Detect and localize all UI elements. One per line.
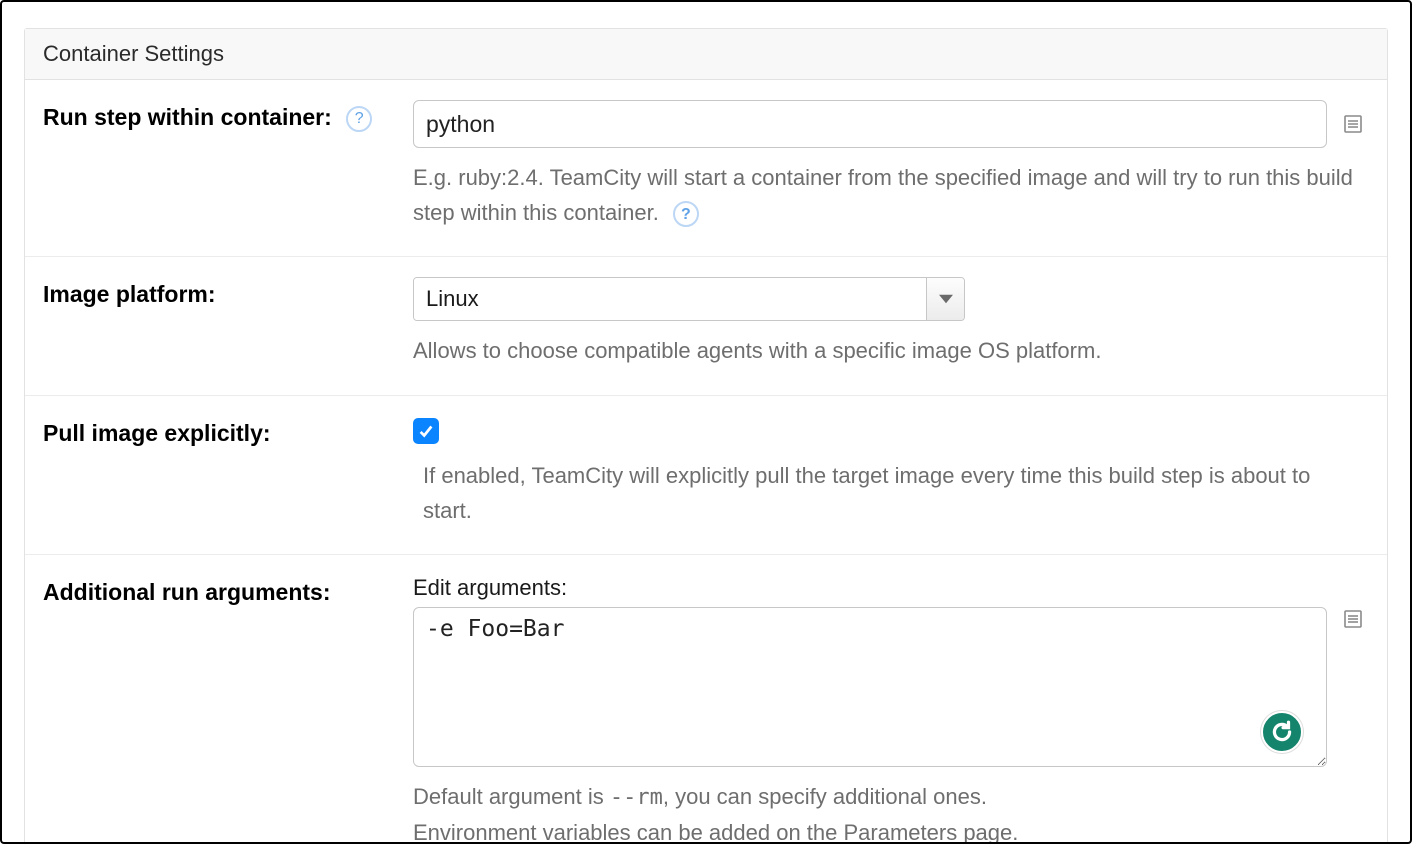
container-settings-frame: Container Settings Run step within conta… — [0, 0, 1412, 844]
field-additional-args: Edit arguments: Default argument is --rm… — [413, 575, 1387, 844]
field-run-step-container: E.g. ruby:2.4. TeamCity will start a con… — [413, 100, 1387, 230]
label-additional-args-text: Additional run arguments: — [43, 579, 331, 605]
label-image-platform-text: Image platform: — [43, 281, 216, 307]
expand-editor-icon[interactable] — [1341, 607, 1365, 631]
hint-image-platform: Allows to choose compatible agents with … — [413, 333, 1365, 368]
label-run-step-container: Run step within container: ? — [25, 100, 413, 136]
label-run-step-container-text: Run step within container: — [43, 104, 332, 130]
args-textarea-row — [413, 607, 1365, 767]
hint-args-suffix: , you can specify additional ones. — [663, 784, 987, 809]
grammarly-icon[interactable] — [1261, 711, 1303, 753]
section-title: Container Settings — [25, 29, 1387, 80]
sub-label-edit-arguments: Edit arguments: — [413, 575, 1365, 601]
container-settings-panel: Container Settings Run step within conta… — [24, 28, 1388, 844]
hint-container-image: E.g. ruby:2.4. TeamCity will start a con… — [413, 160, 1365, 230]
image-platform-value: Linux — [414, 278, 926, 320]
label-pull-image-text: Pull image explicitly: — [43, 420, 271, 446]
help-icon[interactable]: ? — [346, 106, 372, 132]
dropdown-icon — [926, 278, 964, 320]
hint-additional-args: Default argument is --rm, you can specif… — [413, 779, 1365, 844]
hint-pull-image: If enabled, TeamCity will explicitly pul… — [413, 458, 1365, 528]
field-image-platform: Linux Allows to choose compatible agents… — [413, 277, 1387, 368]
hint-args-line2: Environment variables can be added on th… — [413, 820, 1018, 844]
label-image-platform: Image platform: — [25, 277, 413, 313]
help-icon[interactable]: ? — [673, 201, 699, 227]
row-run-step-container: Run step within container: ? E.g. ruby:2… — [25, 80, 1387, 257]
label-pull-image: Pull image explicitly: — [25, 416, 413, 452]
hint-args-code: --rm — [610, 785, 663, 810]
field-pull-image: If enabled, TeamCity will explicitly pul… — [413, 416, 1387, 528]
additional-args-textarea[interactable] — [413, 607, 1327, 767]
container-input-row — [413, 100, 1365, 148]
row-pull-image: Pull image explicitly: If enabled, TeamC… — [25, 396, 1387, 555]
expand-editor-icon[interactable] — [1341, 112, 1365, 136]
hint-args-prefix: Default argument is — [413, 784, 610, 809]
row-image-platform: Image platform: Linux Allows to choose c… — [25, 257, 1387, 395]
pull-image-checkbox[interactable] — [413, 418, 439, 444]
label-additional-args: Additional run arguments: — [25, 575, 413, 611]
row-additional-args: Additional run arguments: Edit arguments… — [25, 555, 1387, 844]
container-image-input[interactable] — [413, 100, 1327, 148]
hint-container-image-text: E.g. ruby:2.4. TeamCity will start a con… — [413, 165, 1353, 225]
image-platform-select[interactable]: Linux — [413, 277, 965, 321]
